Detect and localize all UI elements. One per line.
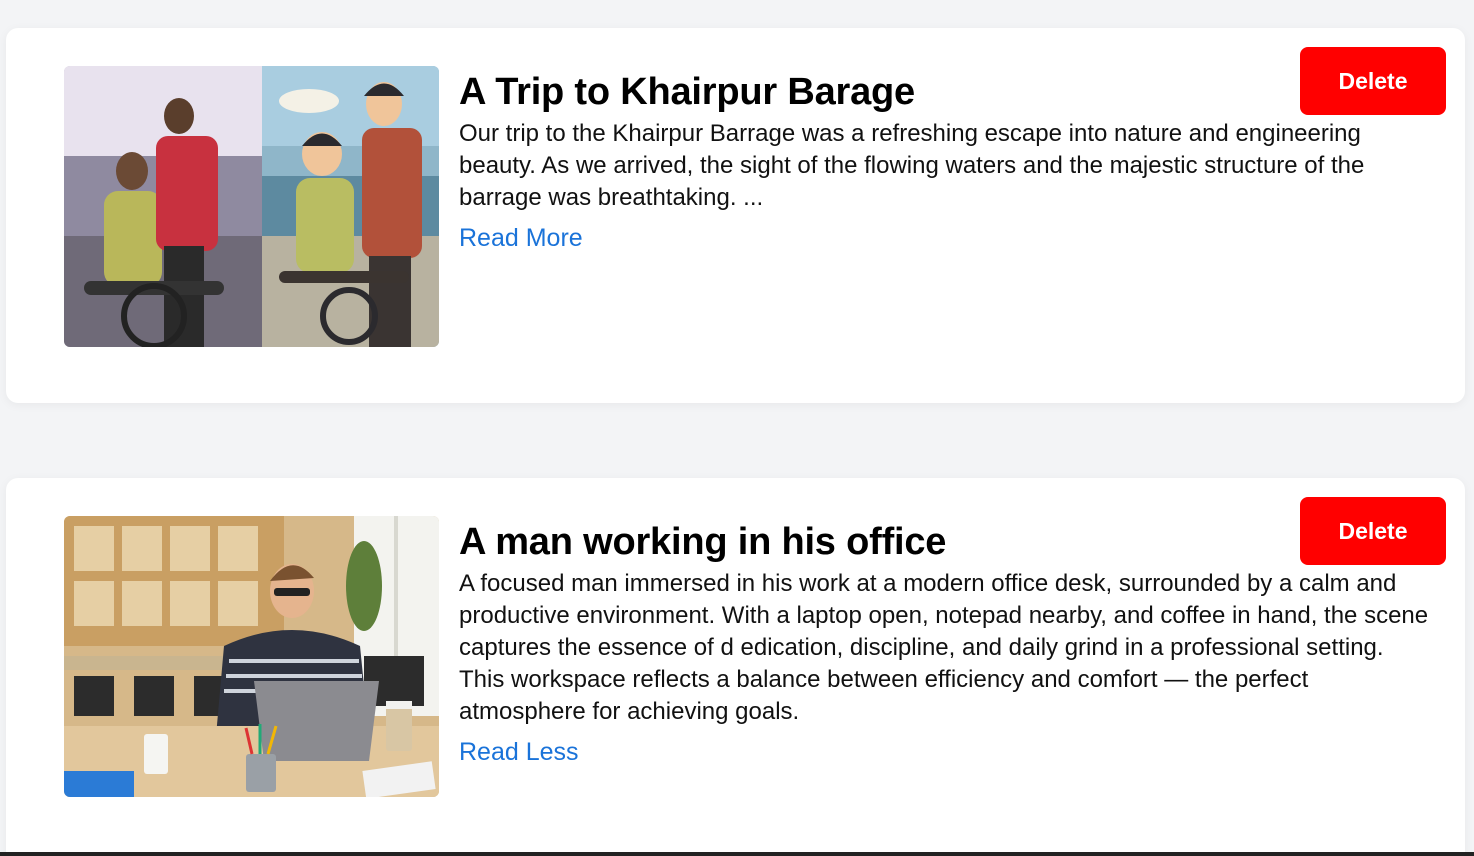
- photo-two-boys-on-bicycle-icon: [64, 66, 439, 347]
- photo-man-with-laptop-icon: [64, 516, 439, 797]
- post-description: Our trip to the Khairpur Barrage was a r…: [459, 120, 1365, 211]
- bottom-edge-bar: [0, 852, 1474, 856]
- post-title: A Trip to Khairpur Barage: [459, 71, 915, 113]
- post-content: A man working in his office A focused ma…: [459, 518, 1434, 768]
- delete-button[interactable]: Delete: [1300, 497, 1446, 565]
- post-image: [64, 516, 439, 797]
- blog-list-page: A Trip to Khairpur Barage Our trip to th…: [0, 0, 1474, 856]
- post-image: [64, 66, 439, 347]
- read-less-link[interactable]: Read Less: [459, 736, 579, 768]
- post-title: A man working in his office: [459, 521, 947, 563]
- post-card: A man working in his office A focused ma…: [6, 478, 1465, 856]
- post-description: A focused man immersed in his work at a …: [459, 570, 1429, 725]
- post-content: A Trip to Khairpur Barage Our trip to th…: [459, 68, 1434, 254]
- delete-button[interactable]: Delete: [1300, 47, 1446, 115]
- post-card: A Trip to Khairpur Barage Our trip to th…: [6, 28, 1465, 403]
- read-more-link[interactable]: Read More: [459, 222, 583, 254]
